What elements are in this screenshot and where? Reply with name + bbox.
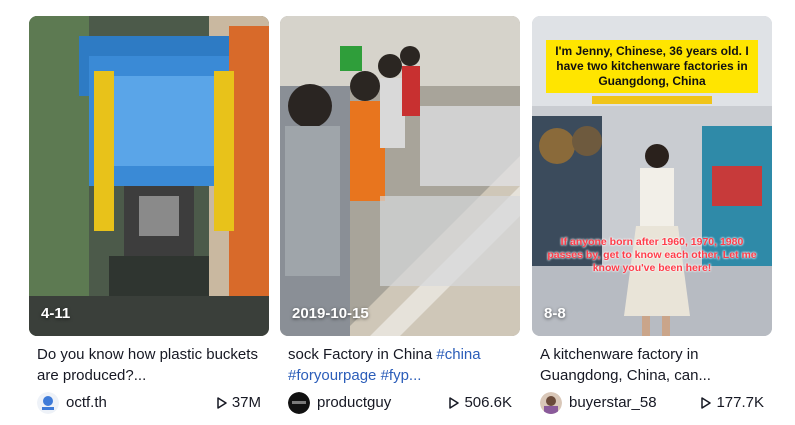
- avatar-image: [37, 392, 59, 414]
- video-thumbnail[interactable]: I'm Jenny, Chinese, 36 years old. I have…: [532, 16, 772, 336]
- avatar[interactable]: [37, 392, 59, 414]
- video-thumbnail[interactable]: 4-11: [29, 16, 269, 336]
- description-text: sock Factory in China: [288, 346, 433, 363]
- play-icon: [217, 396, 227, 409]
- thumbnail-image: [29, 16, 269, 336]
- overlay-title: I'm Jenny, Chinese, 36 years old. I have…: [546, 40, 758, 93]
- thumbnail-image: [280, 16, 520, 336]
- hashtag-link[interactable]: #china: [436, 346, 480, 363]
- author-name[interactable]: buyerstar_58: [569, 394, 657, 411]
- view-count: 177.7K: [701, 394, 764, 411]
- author-name[interactable]: octf.th: [66, 394, 107, 411]
- description-text: A kitchenware factory in Guangdong, Chin…: [540, 346, 711, 384]
- video-description[interactable]: A kitchenware factory in Guangdong, Chin…: [540, 344, 766, 386]
- view-count-value: 177.7K: [716, 394, 764, 411]
- video-grid: 4-11 Do you know how plastic buckets are…: [29, 16, 773, 416]
- video-card[interactable]: 4-11 Do you know how plastic buckets are…: [29, 16, 269, 416]
- view-count: 37M: [217, 394, 261, 411]
- avatar-image: [288, 392, 310, 414]
- video-date: 4-11: [41, 305, 71, 322]
- video-description[interactable]: sock Factory in China #china #foryourpag…: [288, 344, 514, 386]
- video-description[interactable]: Do you know how plastic buckets are prod…: [37, 344, 263, 386]
- view-count-value: 506.6K: [464, 394, 512, 411]
- view-count-value: 37M: [231, 394, 261, 411]
- avatar-image: [540, 392, 562, 414]
- play-icon: [449, 396, 460, 409]
- avatar[interactable]: [540, 392, 562, 414]
- view-count: 506.6K: [449, 394, 512, 411]
- hashtag-link[interactable]: #foryourpage: [288, 367, 376, 384]
- author-name[interactable]: productguy: [317, 394, 391, 411]
- overlay-subtitle: If anyone born after 1960, 1970, 1980 pa…: [547, 236, 757, 274]
- hashtag-link[interactable]: #fyp...: [381, 367, 422, 384]
- avatar[interactable]: [288, 392, 310, 414]
- video-date: 2019-10-15: [292, 305, 369, 322]
- video-card[interactable]: I'm Jenny, Chinese, 36 years old. I have…: [532, 16, 772, 416]
- description-text: Do you know how plastic buckets are prod…: [37, 346, 258, 384]
- video-meta: buyerstar_58 177.7K: [540, 391, 768, 415]
- play-icon: [701, 396, 712, 409]
- video-meta: productguy 506.6K: [288, 391, 516, 415]
- video-meta: octf.th 37M: [37, 391, 265, 415]
- video-card[interactable]: 2019-10-15 sock Factory in China #china …: [280, 16, 520, 416]
- video-date: 8-8: [544, 305, 566, 322]
- video-thumbnail[interactable]: 2019-10-15: [280, 16, 520, 336]
